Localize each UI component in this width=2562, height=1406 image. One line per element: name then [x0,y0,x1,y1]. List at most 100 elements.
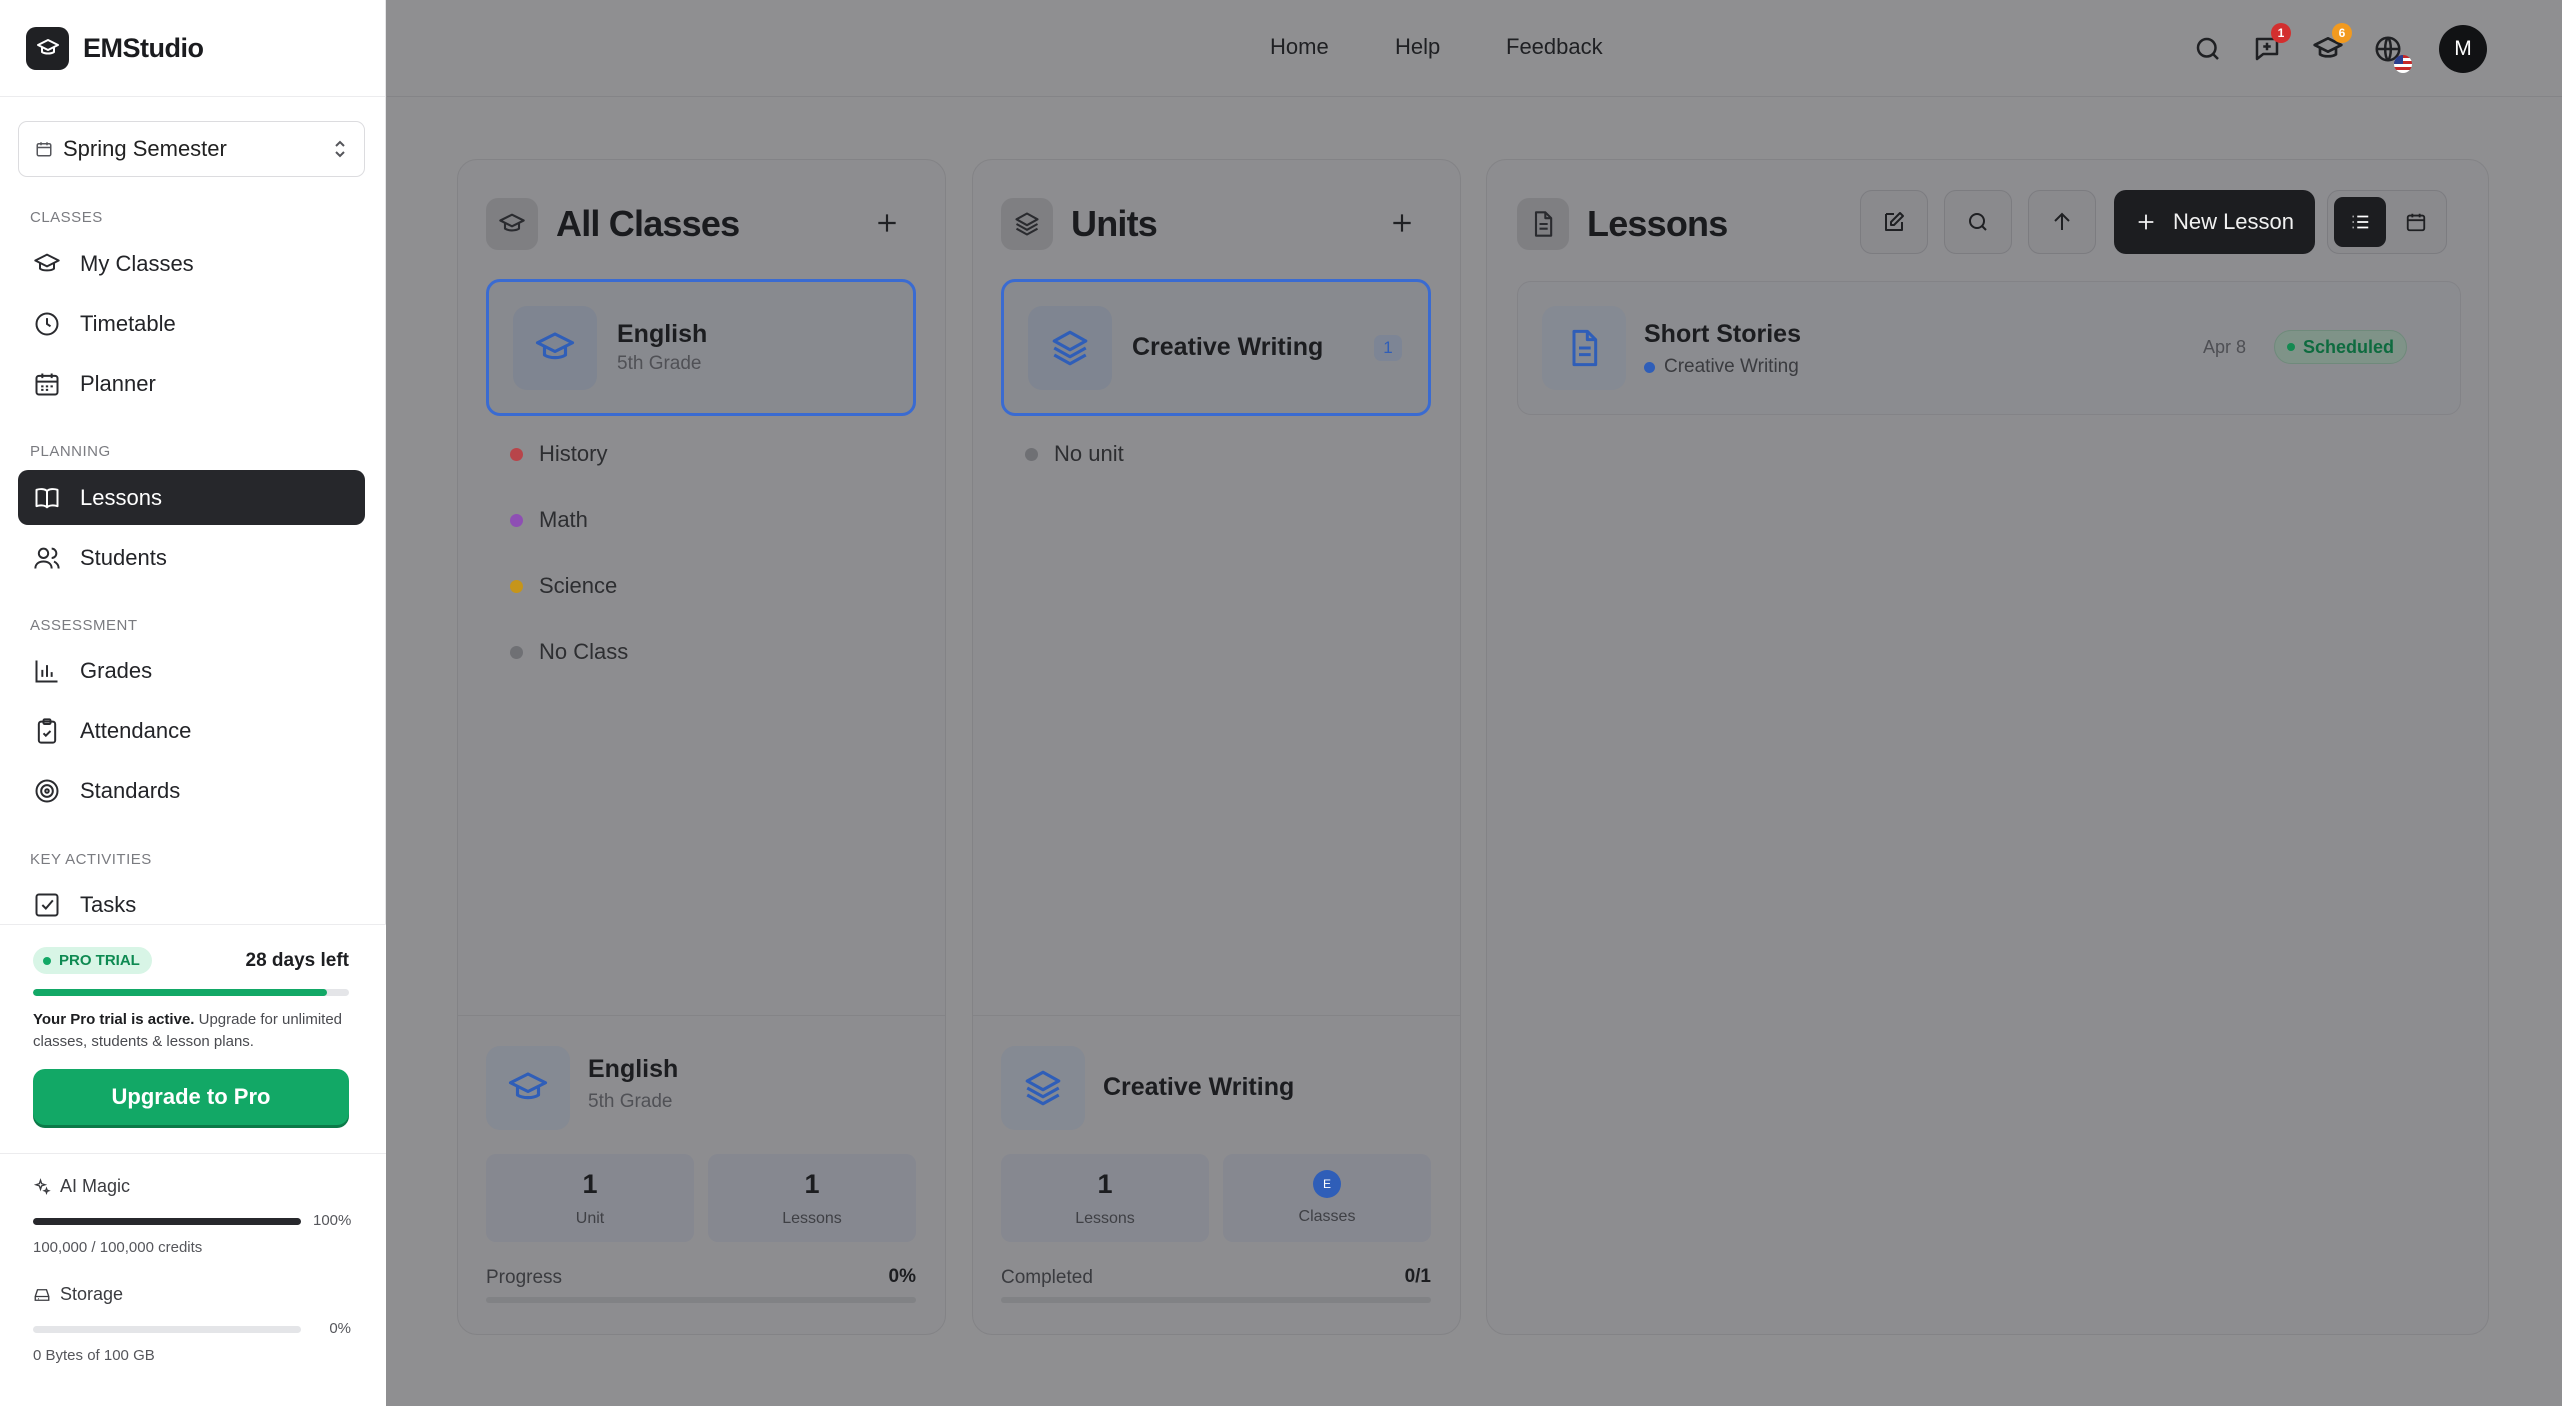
footer-unit-title: Creative Writing [1103,1073,1295,1101]
sidebar-item-label: Lessons [80,484,162,510]
globe-icon[interactable] [2370,31,2412,73]
lesson-date: Apr 8 [2203,337,2247,357]
sidebar-item-standards[interactable]: Standards [18,763,365,818]
brand: EMStudio [0,0,385,97]
color-dot [510,513,523,527]
sidebar-item-label: Planner [80,370,156,396]
document-icon [1517,198,1569,250]
sidebar-item-label: Tasks [80,891,137,917]
status-badge: Scheduled [2274,330,2408,364]
sidebar-item-my-classes[interactable]: My Classes [18,236,365,291]
us-flag-icon [2394,55,2412,73]
sidebar-item-timetable[interactable]: Timetable [18,296,365,351]
footer-class-grade: 5th Grade [588,1091,673,1112]
nav-home-link[interactable]: Home [1270,34,1329,60]
list-item-math[interactable]: Math [510,507,588,533]
nav-help-link[interactable]: Help [1395,34,1440,60]
search-icon[interactable] [2190,31,2226,67]
search-lessons-button[interactable] [1944,190,2012,254]
graduation-cap-icon[interactable]: 6 [2310,23,2352,67]
classes-stat: E Classes [1223,1154,1431,1242]
hard-drive-icon [33,1286,51,1304]
list-view-button[interactable] [2334,197,2386,247]
users-icon [32,543,62,573]
sidebar-item-label: Students [80,544,167,570]
list-item-history[interactable]: History [510,441,607,467]
list-item-label: No Class [539,639,629,664]
sidebar-item-label: Grades [80,657,153,683]
list-item-no-class[interactable]: No Class [510,639,628,665]
sidebar-item-grades[interactable]: Grades [18,643,365,698]
panel-title: All Classes [556,203,740,244]
trial-message-bold: Your Pro trial is active. [33,1011,195,1028]
message-plus-icon[interactable]: 1 [2249,23,2291,67]
chevron-up-down-icon [332,139,348,159]
target-icon [32,776,62,806]
sidebar-item-attendance[interactable]: Attendance [18,703,365,758]
class-title: English [617,320,708,348]
layers-icon [1028,306,1112,390]
lesson-card[interactable]: Short Stories Creative Writing Apr 8 Sch… [1517,281,2461,415]
lessons-count-stat: 1 Lessons [1001,1154,1209,1242]
sidebar-item-planner[interactable]: Planner [18,356,365,411]
calendar-icon [2405,211,2427,233]
nav-feedback-link[interactable]: Feedback [1506,34,1603,60]
unit-count-stat: 1 Unit [486,1154,694,1242]
open-book-icon [32,483,62,513]
unit-color-dot [1644,361,1655,373]
progress-value: 0% [888,1266,916,1287]
section-key-activities: KEY ACTIVITIES [30,851,152,868]
all-classes-panel: All Classes English 5th Grade History Ma… [457,159,946,1335]
divider [0,1153,386,1154]
panel-header: Lessons [1517,198,1728,250]
sparkles-icon [33,1177,51,1196]
user-avatar[interactable]: M [2439,25,2487,73]
add-class-button[interactable] [864,200,910,246]
list-item-science[interactable]: Science [510,573,617,599]
completed-label: Completed [1001,1267,1093,1288]
selected-class-card[interactable]: English 5th Grade [486,279,916,416]
ai-magic-usage: AI Magic [33,1176,130,1197]
trial-progress-fill [33,989,327,996]
stat-number: 1 [1097,1168,1113,1199]
new-lesson-button[interactable]: New Lesson [2114,190,2315,254]
progress-bar [486,1297,916,1303]
list-icon [2349,211,2371,233]
bar-chart-icon [32,656,62,686]
progress-label: Progress [486,1267,563,1288]
trial-message: Your Pro trial is active. Upgrade for un… [33,1009,353,1053]
color-dot [1025,447,1038,461]
lessons-count-stat: 1 Lessons [708,1154,916,1242]
unit-lesson-count-badge: 1 [1374,335,1402,361]
calendar-view-button[interactable] [2390,197,2442,247]
stat-number: 1 [804,1168,820,1199]
status-dot [43,956,51,965]
sidebar-item-label: Standards [80,777,181,803]
unit-title: Creative Writing [1132,333,1324,361]
sort-button[interactable] [2028,190,2096,254]
storage-detail: 0 Bytes of 100 GB [33,1347,155,1364]
ai-magic-percent: 100% [313,1212,352,1229]
sidebar-item-students[interactable]: Students [18,530,365,585]
list-item-no-unit[interactable]: No unit [1025,441,1124,467]
selected-unit-card[interactable]: Creative Writing 1 [1001,279,1431,416]
sidebar-item-lessons[interactable]: Lessons [18,470,365,525]
upgrade-to-pro-button[interactable]: Upgrade to Pro [33,1069,349,1125]
pro-trial-label: PRO TRIAL [59,952,140,969]
graduation-cap-logo-icon[interactable] [26,26,69,70]
add-unit-button[interactable] [1379,200,1425,246]
trial-row: PRO TRIAL 28 days left [33,947,349,974]
divider [973,1015,1460,1016]
stat-caption: Classes [1298,1208,1356,1225]
semester-select[interactable]: Spring Semester [18,121,365,177]
semester-label: Spring Semester [63,136,227,161]
lesson-unit: Creative Writing [1644,356,1799,378]
footer-class-title: English [588,1055,679,1083]
ai-magic-fill [33,1218,301,1225]
ai-magic-bar [33,1218,301,1225]
sidebar-item-label: Attendance [80,717,192,743]
edit-button[interactable] [1860,190,1928,254]
app-name: EMStudio [83,32,204,63]
list-item-label: No unit [1054,441,1124,466]
sidebar-bottom-panel: PRO TRIAL 28 days left Your Pro trial is… [0,924,386,1406]
